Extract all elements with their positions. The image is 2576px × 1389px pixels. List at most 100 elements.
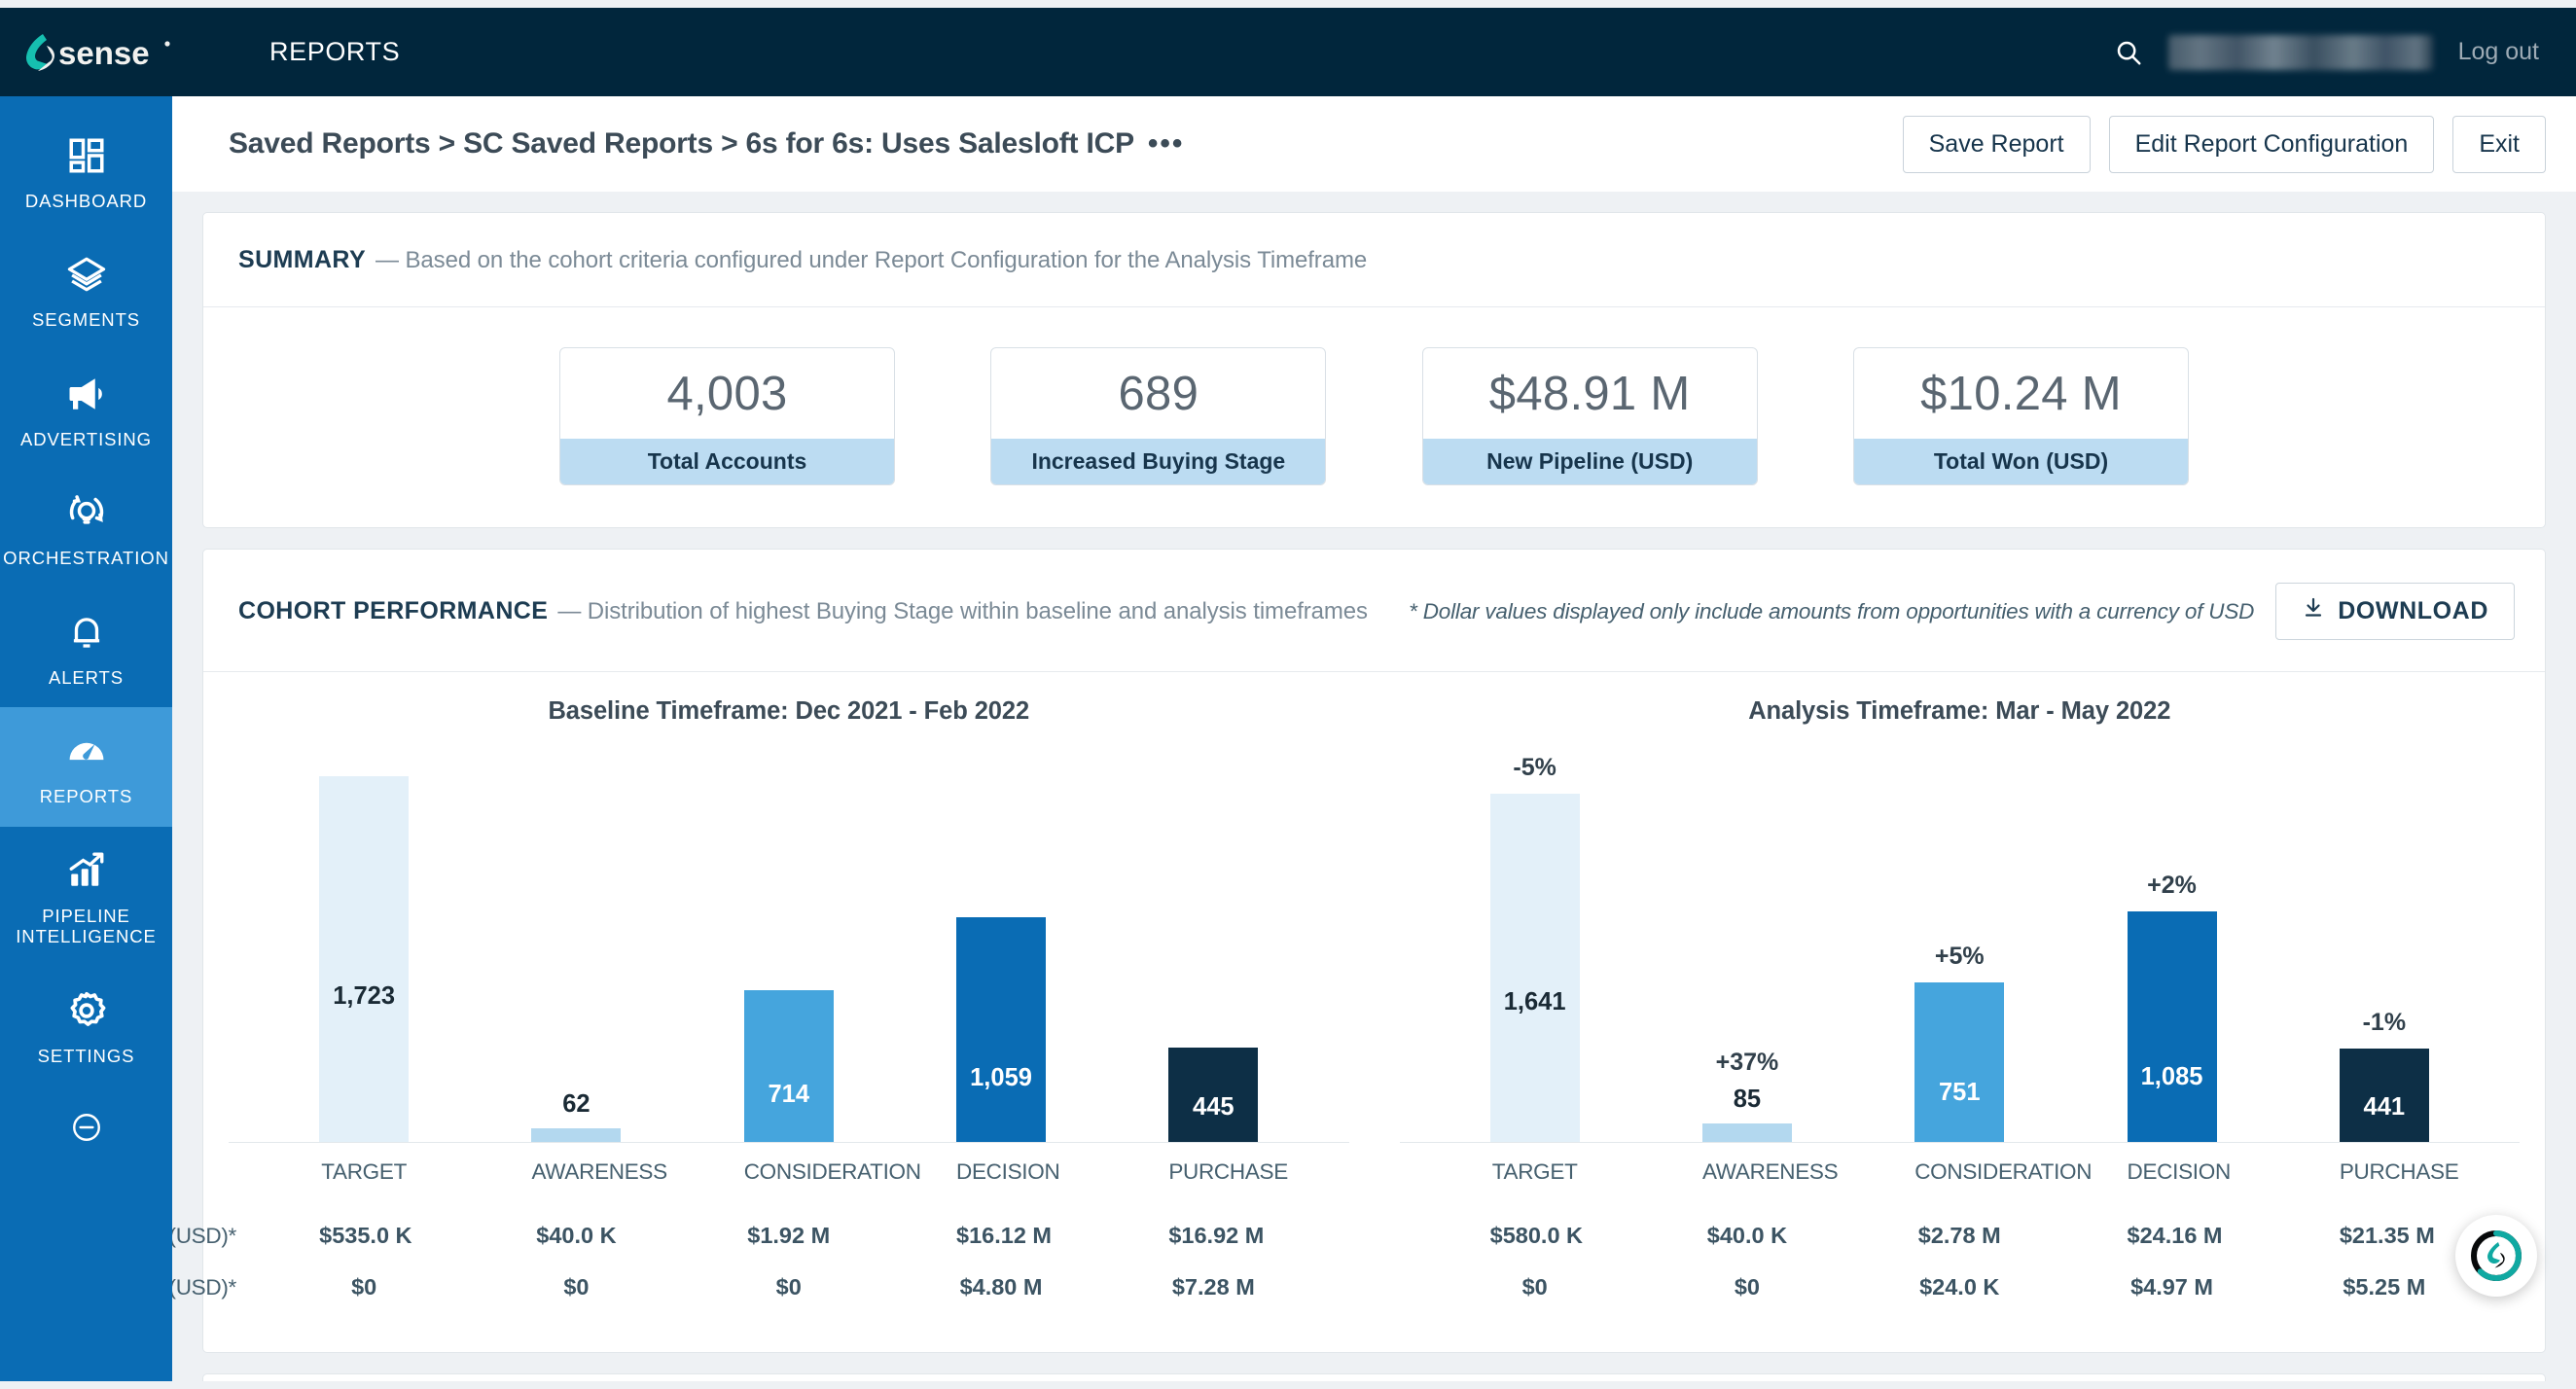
summary-title: SUMMARY <box>238 246 367 273</box>
bar-slot[interactable]: 62 <box>531 739 622 1142</box>
sixsense-assistant-button[interactable] <box>2455 1215 2537 1297</box>
sidebar-item-pipeline-intelligence[interactable]: PIPELINE INTELLIGENCE <box>0 827 172 967</box>
baseline-bar-chart: 1,723 62 714 1,059 445 <box>229 739 1349 1143</box>
metric-cell: $7.28 M <box>1171 1274 1255 1300</box>
collapse-circle-minus-icon[interactable] <box>70 1111 103 1149</box>
breadcrumb-more-menu-icon[interactable]: ••• <box>1148 127 1185 160</box>
bar-slot[interactable]: -1% 441 <box>2339 739 2429 1142</box>
next-panel-partial <box>202 1373 2546 1381</box>
sidebar-item-settings[interactable]: SETTINGS <box>0 967 172 1086</box>
bar[interactable]: 441 <box>2339 1049 2429 1142</box>
cohort-subtitle: — Distribution of highest Buying Stage w… <box>557 597 1368 624</box>
bar-percent-change-label: +2% <box>2147 872 2197 899</box>
x-axis-tick-label: AWARENESS <box>531 1159 667 1184</box>
bar-slot[interactable]: +5% 751 <box>1914 739 2005 1142</box>
bar-value-label: 1,059 <box>970 1064 1032 1091</box>
logout-button[interactable]: Log out <box>2458 38 2539 66</box>
sidebar-item-label: ADVERTISING <box>20 428 152 449</box>
bar-slot[interactable]: 445 <box>1168 739 1259 1142</box>
sidebar-item-label: SETTINGS <box>37 1045 135 1066</box>
main-content: Saved Reports > SC Saved Reports > 6s fo… <box>172 96 2576 1381</box>
bar-value-label: 1,085 <box>2140 1063 2203 1090</box>
kpi-label: Total Won (USD) <box>1853 439 2188 484</box>
kpi-card-new-pipeline: $48.91 M New Pipeline (USD) <box>1421 347 1758 485</box>
x-axis-tick-label: CONSIDERATION <box>1914 1159 2093 1184</box>
metric-row: TOTAL WON (USD)* $0 $0 $0 $4.80 M $7.28 M <box>172 1262 1349 1313</box>
metric-cell: $2.78 M <box>1917 1223 2001 1248</box>
sidebar-item-label: DASHBOARD <box>24 191 148 211</box>
metric-cells: $0 $0 $0 $4.80 M $7.28 M <box>258 1274 1320 1300</box>
bar[interactable]: 85 <box>1701 1086 1792 1142</box>
x-axis-tick-label: DECISION <box>956 1159 1060 1184</box>
top-navigation-bar: sense REPORTS Log out <box>0 8 2576 96</box>
kpi-card-total-accounts: 4,003 Total Accounts <box>559 347 895 485</box>
bar[interactable]: 1,723 <box>319 776 410 1142</box>
metric-cell: $4.80 M <box>959 1274 1043 1300</box>
bar[interactable]: 1,641 <box>1489 794 1580 1142</box>
exit-button[interactable]: Exit <box>2452 115 2546 173</box>
breadcrumb-text: Saved Reports > SC Saved Reports > 6s fo… <box>229 127 1134 160</box>
summary-header: SUMMARY — Based on the cohort criteria c… <box>203 213 2545 274</box>
sidebar-item-orchestration[interactable]: ORCHESTRATION <box>0 469 172 588</box>
bar-slot[interactable]: +2% 1,085 <box>2127 739 2217 1142</box>
metric-cell: $40.0 K <box>1706 1223 1788 1248</box>
metric-cell: $0 <box>1521 1274 1548 1300</box>
svg-text:sense: sense <box>58 35 150 71</box>
bar[interactable]: 1,059 <box>956 917 1047 1142</box>
bar-slot[interactable]: +37% 85 <box>1701 739 1792 1142</box>
summary-subtitle: — Based on the cohort criteria configure… <box>376 246 1368 273</box>
metric-cells: $0 $0 $24.0 K $4.97 M $5.25 M <box>1429 1274 2491 1300</box>
user-email[interactable] <box>2167 34 2433 70</box>
metric-cell: $580.0 K <box>1489 1223 1584 1248</box>
bar-slot[interactable]: 1,723 <box>319 739 410 1142</box>
metric-cell: $1.92 M <box>747 1223 831 1248</box>
save-report-button[interactable]: Save Report <box>1902 115 2091 173</box>
metric-cell: $0 <box>775 1274 802 1300</box>
sidebar-item-dashboard[interactable]: DASHBOARD <box>0 112 172 231</box>
chart-title: Analysis Timeframe: Mar - May 2022 <box>1748 697 2171 725</box>
metric-cells: $580.0 K $40.0 K $2.78 M $24.16 M $21.35 M <box>1429 1223 2491 1249</box>
metric-cell: $24.16 M <box>2127 1223 2223 1248</box>
brand-logo[interactable]: sense <box>21 31 175 74</box>
bar[interactable]: 1,085 <box>2127 911 2217 1142</box>
download-icon <box>2302 596 2325 626</box>
bar[interactable]: 714 <box>743 990 834 1142</box>
cohort-header: COHORT PERFORMANCE — Distribution of hig… <box>203 550 2545 640</box>
edit-report-configuration-button[interactable]: Edit Report Configuration <box>2108 115 2435 173</box>
sixsense-ring-icon <box>2471 1230 2522 1281</box>
metric-row: $580.0 K $40.0 K $2.78 M $24.16 M $21.35 M <box>1400 1210 2521 1262</box>
page-header: Saved Reports > SC Saved Reports > 6s fo… <box>172 96 2576 192</box>
bar-slot[interactable]: 1,059 <box>956 739 1047 1142</box>
metric-row-label: TOTAL WON (USD)* <box>172 1275 236 1300</box>
kpi-value: 4,003 <box>666 367 788 420</box>
breadcrumb[interactable]: Saved Reports > SC Saved Reports > 6s fo… <box>229 127 1184 160</box>
bar-value-label: 85 <box>1733 1086 1762 1113</box>
bar[interactable]: 62 <box>531 1090 622 1142</box>
sidebar-item-reports[interactable]: REPORTS <box>0 707 172 827</box>
download-button[interactable]: DOWNLOAD <box>2275 583 2515 640</box>
metric-row: NEW PIPELINE (USD)* $535.0 K $40.0 K $1.92 … <box>172 1210 1349 1262</box>
x-axis-tick-label: TARGET <box>1491 1159 1578 1184</box>
metric-cell: $535.0 K <box>319 1223 412 1248</box>
sidebar-item-alerts[interactable]: ALERTS <box>0 588 172 707</box>
bar-slot[interactable]: -5% 1,641 <box>1489 739 1580 1142</box>
download-label: DOWNLOAD <box>2338 597 2488 624</box>
sidebar-item-advertising[interactable]: ADVERTISING <box>0 350 172 469</box>
bar[interactable]: 445 <box>1168 1048 1259 1142</box>
sidebar-item-label: PIPELINE INTELLIGENCE <box>16 905 157 947</box>
nav-reports-label[interactable]: REPORTS <box>269 37 400 67</box>
summary-kpi-cards: 4,003 Total Accounts 689 Increased Buyin… <box>203 307 2545 527</box>
metric-cell: $4.97 M <box>2130 1274 2213 1300</box>
sidebar-item-segments[interactable]: SEGMENTS <box>0 231 172 349</box>
sidebar-item-label: SEGMENTS <box>31 309 141 331</box>
bar-slot[interactable]: 714 <box>743 739 834 1142</box>
bar[interactable]: 751 <box>1914 982 2005 1142</box>
baseline-metric-table: NEW PIPELINE (USD)* $535.0 K $40.0 K $1.92 … <box>172 1210 1349 1313</box>
sixsense-logo-icon: sense <box>26 33 170 71</box>
analysis-metric-table: $580.0 K $40.0 K $2.78 M $24.16 M $21.35 M $0… <box>1400 1210 2521 1313</box>
bar-percent-change-label: -5% <box>1513 754 1556 781</box>
search-icon[interactable] <box>2114 38 2143 67</box>
metric-cell: $16.92 M <box>1168 1223 1265 1248</box>
app-root: sense REPORTS Log out DASHBOARD SEGMENTS… <box>0 0 2576 1389</box>
cohort-title: COHORT PERFORMANCE <box>238 597 549 624</box>
